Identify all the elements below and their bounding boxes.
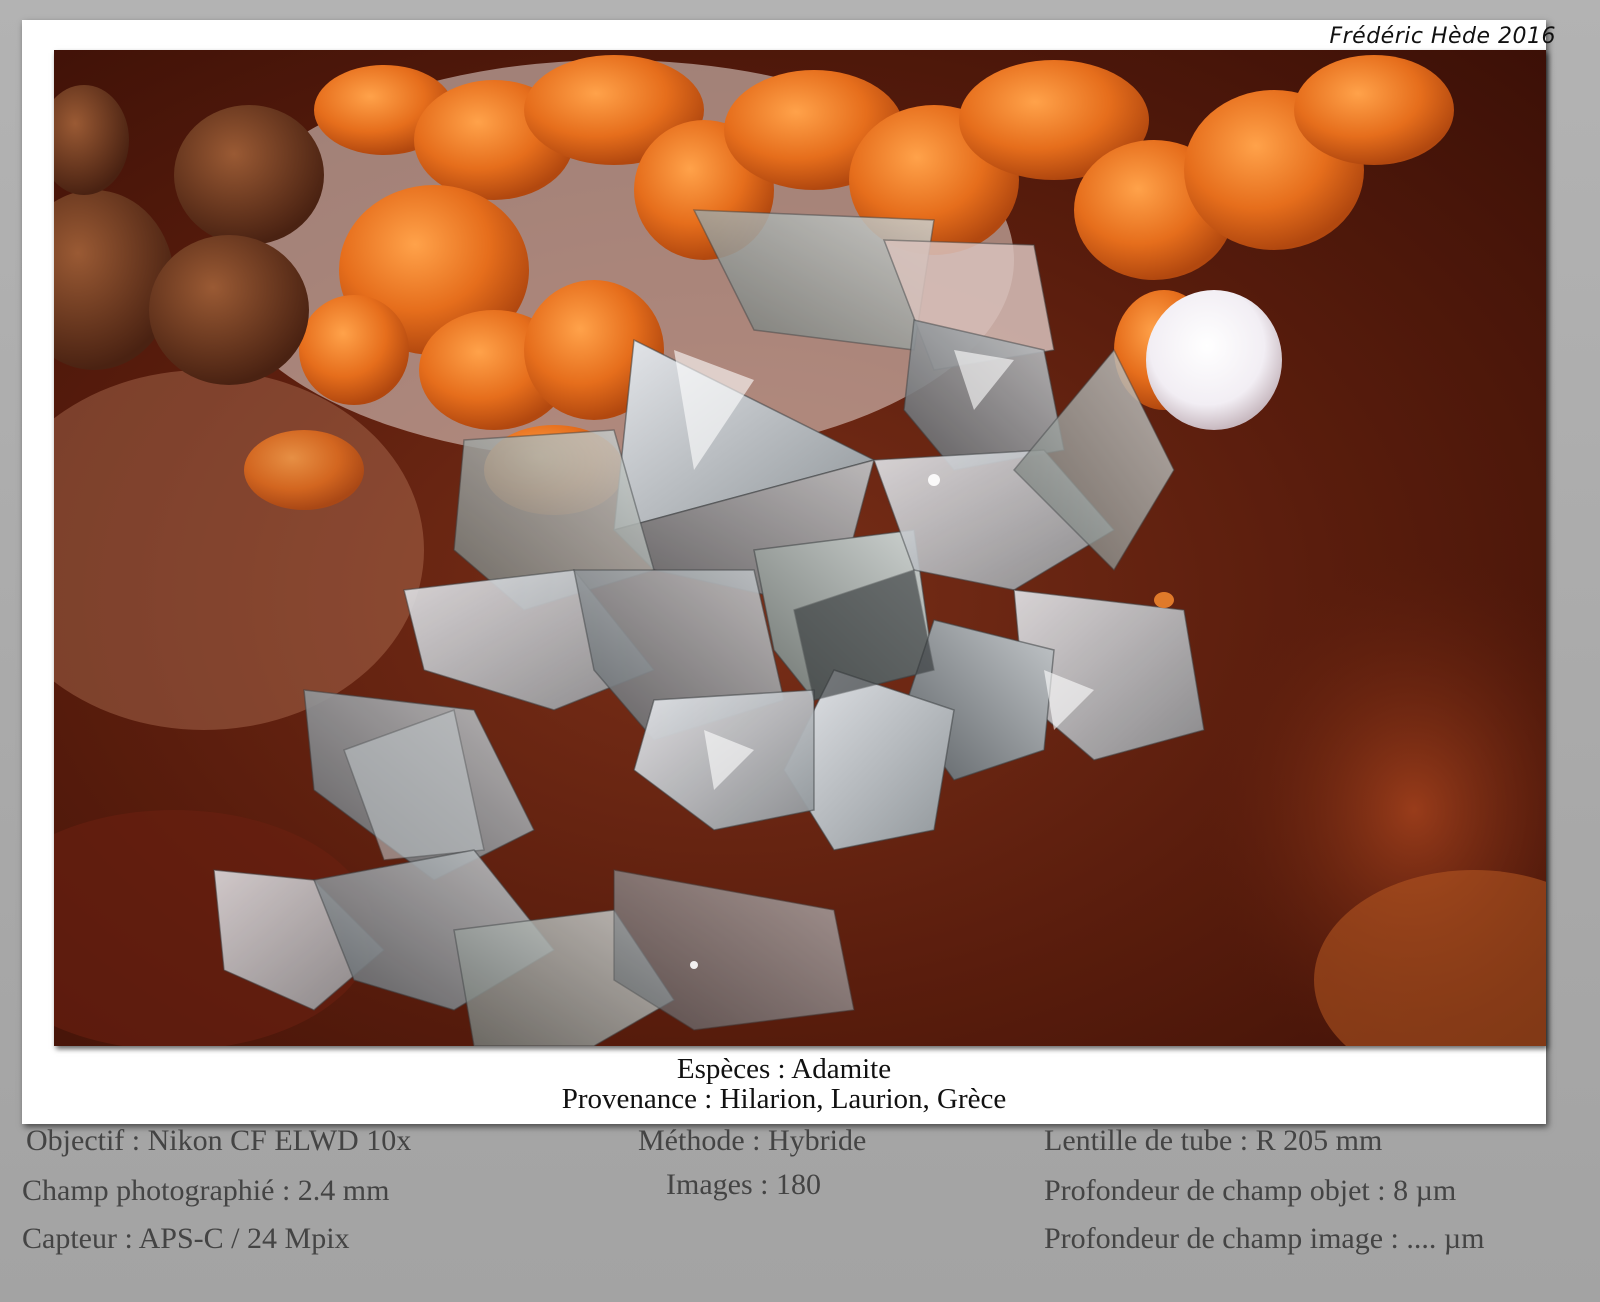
- info-field-size: Champ photographié : 2.4 mm: [22, 1174, 390, 1207]
- species-caption: Espèces : Adamite: [676, 1053, 892, 1085]
- info-tube-lens: Lentille de tube : R 205 mm: [1044, 1124, 1383, 1157]
- info-image-dof: Profondeur de champ image : .... µm: [1044, 1222, 1485, 1255]
- photographer-signature: Frédéric Hède 2016: [1329, 24, 1556, 49]
- info-object-dof: Profondeur de champ objet : 8 µm: [1044, 1174, 1457, 1207]
- info-objective: Objectif : Nikon CF ELWD 10x: [26, 1124, 412, 1157]
- info-image-count: Images : 180: [666, 1168, 821, 1201]
- info-sensor: Capteur : APS-C / 24 Mpix: [22, 1222, 350, 1255]
- provenance-caption: Provenance : Hilarion, Laurion, Grèce: [561, 1083, 1007, 1115]
- info-method: Méthode : Hybride: [638, 1124, 867, 1157]
- mineral-photo: [54, 50, 1546, 1046]
